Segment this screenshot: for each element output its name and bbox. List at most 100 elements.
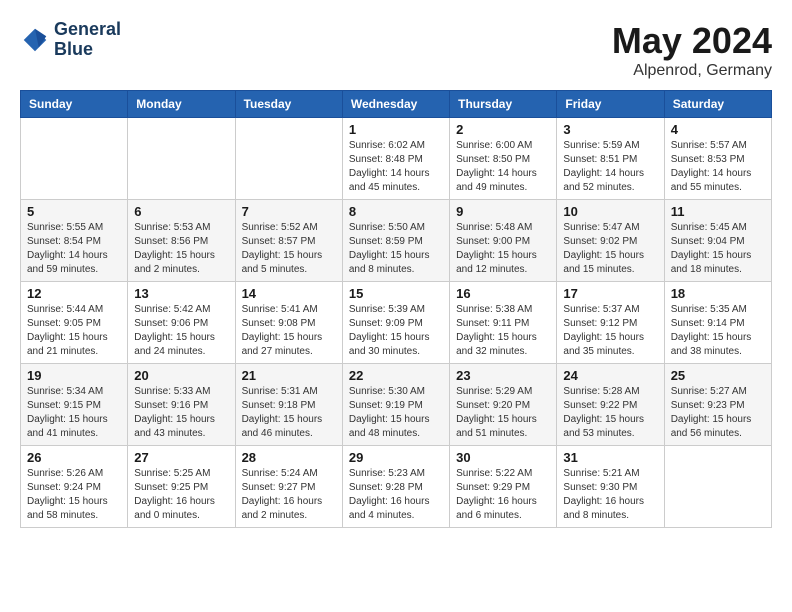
day-number: 9 [456, 204, 550, 219]
day-cell: 18Sunrise: 5:35 AM Sunset: 9:14 PM Dayli… [664, 282, 771, 364]
weekday-header-wednesday: Wednesday [342, 91, 449, 118]
day-info: Sunrise: 5:31 AM Sunset: 9:18 PM Dayligh… [242, 385, 336, 441]
day-number: 26 [27, 450, 121, 465]
day-info: Sunrise: 5:29 AM Sunset: 9:20 PM Dayligh… [456, 385, 550, 441]
day-info: Sunrise: 5:55 AM Sunset: 8:54 PM Dayligh… [27, 221, 121, 277]
day-info: Sunrise: 5:47 AM Sunset: 9:02 PM Dayligh… [563, 221, 657, 277]
day-cell: 25 Sunrise: 5:27 AM Sunset: 9:23 PM Dayli… [664, 364, 771, 446]
day-info: Sunrise: 5:22 AM Sunset: 9:29 PM Dayligh… [456, 467, 550, 523]
day-number: 2 [456, 122, 550, 137]
weekday-header-monday: Monday [128, 91, 235, 118]
day-number: 3 [563, 122, 657, 137]
day-number: 20 [134, 368, 228, 383]
day-number: 4 [671, 122, 765, 137]
day-cell: 11Sunrise: 5:45 AM Sunset: 9:04 PM Dayli… [664, 200, 771, 282]
day-info: Sunrise: 5:23 AM Sunset: 9:28 PM Dayligh… [349, 467, 443, 523]
day-info: Sunrise: 5:57 AM Sunset: 8:53 PM Dayligh… [671, 139, 765, 195]
day-number: 11 [671, 204, 765, 219]
day-number: 24 [563, 368, 657, 383]
day-info: Sunrise: 5:41 AM Sunset: 9:08 PM Dayligh… [242, 303, 336, 359]
day-cell [664, 446, 771, 528]
weekday-header-row: SundayMondayTuesdayWednesdayThursdayFrid… [21, 91, 772, 118]
day-info: Sunrise: 5:48 AM Sunset: 9:00 PM Dayligh… [456, 221, 550, 277]
weekday-header-tuesday: Tuesday [235, 91, 342, 118]
logo: General Blue [20, 20, 121, 60]
page-header: General Blue May 2024 Alpenrod, Germany [20, 20, 772, 80]
day-info: Sunrise: 5:27 AM Sunset: 9:23 PM Dayligh… [671, 385, 765, 441]
day-cell: 29 Sunrise: 5:23 AM Sunset: 9:28 PM Dayli… [342, 446, 449, 528]
day-info: Sunrise: 5:21 AM Sunset: 9:30 PM Dayligh… [563, 467, 657, 523]
day-info: Sunrise: 5:42 AM Sunset: 9:06 PM Dayligh… [134, 303, 228, 359]
day-number: 8 [349, 204, 443, 219]
day-cell: 12 Sunrise: 5:44 AM Sunset: 9:05 PM Dayli… [21, 282, 128, 364]
day-info: Sunrise: 5:24 AM Sunset: 9:27 PM Dayligh… [242, 467, 336, 523]
day-info: Sunrise: 5:52 AM Sunset: 8:57 PM Dayligh… [242, 221, 336, 277]
day-number: 17 [563, 286, 657, 301]
day-number: 22 [349, 368, 443, 383]
day-cell [21, 118, 128, 200]
day-cell: 31Sunrise: 5:21 AM Sunset: 9:30 PM Dayli… [557, 446, 664, 528]
day-cell: 26 Sunrise: 5:26 AM Sunset: 9:24 PM Dayli… [21, 446, 128, 528]
day-info: Sunrise: 5:37 AM Sunset: 9:12 PM Dayligh… [563, 303, 657, 359]
day-cell: 8 Sunrise: 5:50 AM Sunset: 8:59 PM Daylig… [342, 200, 449, 282]
day-cell: 6Sunrise: 5:53 AM Sunset: 8:56 PM Daylig… [128, 200, 235, 282]
day-cell: 19Sunrise: 5:34 AM Sunset: 9:15 PM Dayli… [21, 364, 128, 446]
day-info: Sunrise: 5:25 AM Sunset: 9:25 PM Dayligh… [134, 467, 228, 523]
day-cell: 22 Sunrise: 5:30 AM Sunset: 9:19 PM Dayli… [342, 364, 449, 446]
day-number: 5 [27, 204, 121, 219]
day-number: 25 [671, 368, 765, 383]
logo-text: General Blue [54, 20, 121, 60]
day-info: Sunrise: 5:39 AM Sunset: 9:09 PM Dayligh… [349, 303, 443, 359]
day-cell: 20 Sunrise: 5:33 AM Sunset: 9:16 PM Dayli… [128, 364, 235, 446]
day-info: Sunrise: 5:26 AM Sunset: 9:24 PM Dayligh… [27, 467, 121, 523]
day-cell: 1 Sunrise: 6:02 AM Sunset: 8:48 PM Daylig… [342, 118, 449, 200]
day-cell: 9 Sunrise: 5:48 AM Sunset: 9:00 PM Daylig… [450, 200, 557, 282]
day-cell: 13Sunrise: 5:42 AM Sunset: 9:06 PM Dayli… [128, 282, 235, 364]
day-cell: 15Sunrise: 5:39 AM Sunset: 9:09 PM Dayli… [342, 282, 449, 364]
day-number: 14 [242, 286, 336, 301]
day-number: 18 [671, 286, 765, 301]
day-cell: 27 Sunrise: 5:25 AM Sunset: 9:25 PM Dayli… [128, 446, 235, 528]
day-number: 7 [242, 204, 336, 219]
day-cell: 10 Sunrise: 5:47 AM Sunset: 9:02 PM Dayli… [557, 200, 664, 282]
day-number: 10 [563, 204, 657, 219]
weekday-header-thursday: Thursday [450, 91, 557, 118]
day-info: Sunrise: 5:33 AM Sunset: 9:16 PM Dayligh… [134, 385, 228, 441]
location-title: Alpenrod, Germany [612, 62, 772, 80]
day-number: 16 [456, 286, 550, 301]
day-number: 30 [456, 450, 550, 465]
day-info: Sunrise: 6:02 AM Sunset: 8:48 PM Dayligh… [349, 139, 443, 195]
weekday-header-sunday: Sunday [21, 91, 128, 118]
week-row-1: 1 Sunrise: 6:02 AM Sunset: 8:48 PM Daylig… [21, 118, 772, 200]
day-number: 21 [242, 368, 336, 383]
day-cell: 23Sunrise: 5:29 AM Sunset: 9:20 PM Dayli… [450, 364, 557, 446]
day-info: Sunrise: 5:30 AM Sunset: 9:19 PM Dayligh… [349, 385, 443, 441]
week-row-5: 26 Sunrise: 5:26 AM Sunset: 9:24 PM Dayli… [21, 446, 772, 528]
week-row-3: 12 Sunrise: 5:44 AM Sunset: 9:05 PM Dayli… [21, 282, 772, 364]
day-cell: 2 Sunrise: 6:00 AM Sunset: 8:50 PM Daylig… [450, 118, 557, 200]
day-number: 27 [134, 450, 228, 465]
month-title: May 2024 [612, 20, 772, 62]
day-info: Sunrise: 5:44 AM Sunset: 9:05 PM Dayligh… [27, 303, 121, 359]
day-number: 1 [349, 122, 443, 137]
day-number: 19 [27, 368, 121, 383]
week-row-4: 19Sunrise: 5:34 AM Sunset: 9:15 PM Dayli… [21, 364, 772, 446]
day-cell [128, 118, 235, 200]
day-cell: 3Sunrise: 5:59 AM Sunset: 8:51 PM Daylig… [557, 118, 664, 200]
week-row-2: 5 Sunrise: 5:55 AM Sunset: 8:54 PM Daylig… [21, 200, 772, 282]
day-cell: 14 Sunrise: 5:41 AM Sunset: 9:08 PM Dayli… [235, 282, 342, 364]
day-cell: 5 Sunrise: 5:55 AM Sunset: 8:54 PM Daylig… [21, 200, 128, 282]
day-number: 12 [27, 286, 121, 301]
day-cell: 24Sunrise: 5:28 AM Sunset: 9:22 PM Dayli… [557, 364, 664, 446]
day-cell: 7 Sunrise: 5:52 AM Sunset: 8:57 PM Daylig… [235, 200, 342, 282]
day-cell: 4 Sunrise: 5:57 AM Sunset: 8:53 PM Daylig… [664, 118, 771, 200]
logo-icon [20, 25, 50, 55]
day-info: Sunrise: 5:50 AM Sunset: 8:59 PM Dayligh… [349, 221, 443, 277]
day-number: 29 [349, 450, 443, 465]
day-cell: 28 Sunrise: 5:24 AM Sunset: 9:27 PM Dayli… [235, 446, 342, 528]
day-number: 28 [242, 450, 336, 465]
day-info: Sunrise: 6:00 AM Sunset: 8:50 PM Dayligh… [456, 139, 550, 195]
day-cell: 30 Sunrise: 5:22 AM Sunset: 9:29 PM Dayli… [450, 446, 557, 528]
title-block: May 2024 Alpenrod, Germany [612, 20, 772, 80]
day-cell: 21 Sunrise: 5:31 AM Sunset: 9:18 PM Dayli… [235, 364, 342, 446]
